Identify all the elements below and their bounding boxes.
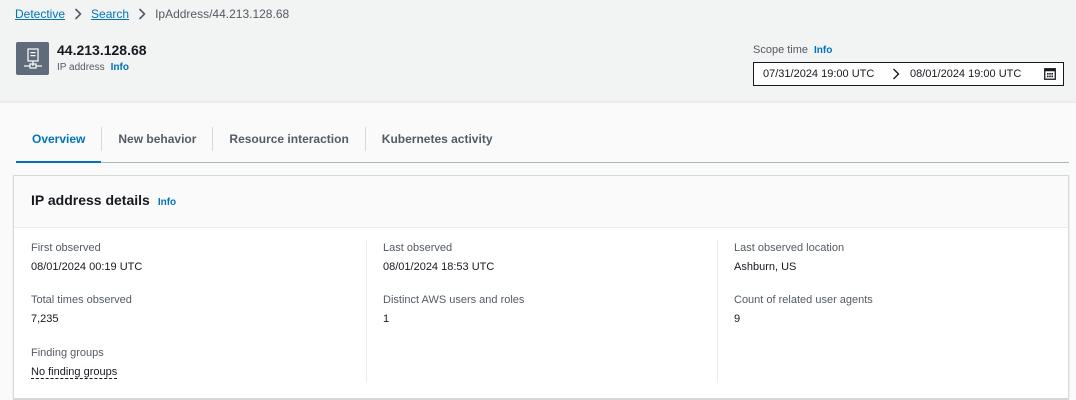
field-related-user-agents: Count of related user agents 9 [734, 294, 873, 325]
field-label: Count of related user agents [734, 294, 873, 306]
entity-info-link[interactable]: Info [111, 62, 129, 73]
field-value: Ashburn, US [734, 261, 797, 273]
page-title: 44.213.128.68 [57, 42, 147, 58]
entity-subtitle: IP address Info [57, 62, 129, 73]
calendar-icon[interactable] [1044, 68, 1056, 83]
panel-header: IP address details Info [14, 176, 1068, 228]
panel-title-text: IP address details [31, 192, 150, 208]
scope-time-picker[interactable]: 07/31/2024 19:00 UTC 08/01/2024 19:00 UT… [753, 62, 1064, 86]
field-first-observed: First observed 08/01/2024 00:19 UTC [31, 242, 142, 273]
panel-title: IP address details Info [31, 192, 176, 208]
chevron-right-icon [138, 8, 146, 20]
tab-bar: Overview New behavior Resource interacti… [16, 116, 1069, 163]
scope-time-end: 08/01/2024 19:00 UTC [910, 68, 1022, 80]
field-value: 9 [734, 313, 741, 325]
chevron-right-icon [74, 8, 82, 20]
field-label: First observed [31, 242, 101, 254]
scope-time-info-link[interactable]: Info [814, 45, 832, 56]
no-finding-groups-link[interactable]: No finding groups [31, 366, 118, 379]
field-last-observed-location: Last observed location Ashburn, US [734, 242, 844, 273]
scope-time-label-text: Scope time [753, 44, 809, 56]
field-label: Last observed [383, 242, 453, 254]
field-label: Finding groups [31, 347, 104, 359]
breadcrumb: Detective Search IpAddress/44.213.128.68 [15, 6, 289, 22]
field-last-observed: Last observed 08/01/2024 18:53 UTC [383, 242, 494, 273]
field-value: 1 [383, 313, 390, 325]
tab-new-behavior[interactable]: New behavior [102, 116, 212, 162]
ip-address-icon [16, 42, 49, 75]
breadcrumb-search-link[interactable]: Search [91, 7, 129, 21]
field-distinct-aws-users: Distinct AWS users and roles 1 [383, 294, 524, 325]
scope-time-label: Scope time Info [753, 44, 832, 56]
breadcrumb-detective-link[interactable]: Detective [15, 7, 65, 21]
breadcrumb-current: IpAddress/44.213.128.68 [155, 7, 290, 21]
field-label: Distinct AWS users and roles [383, 294, 525, 306]
field-total-times-observed: Total times observed 7,235 [31, 294, 132, 325]
entity-type-label: IP address [57, 62, 105, 73]
scope-time-start: 07/31/2024 19:00 UTC [763, 68, 875, 80]
field-finding-groups: Finding groups No finding groups [31, 347, 118, 380]
tab-kubernetes-activity[interactable]: Kubernetes activity [366, 116, 509, 162]
field-label: Last observed location [734, 242, 845, 254]
tab-resource-interaction[interactable]: Resource interaction [213, 116, 364, 162]
tab-overview[interactable]: Overview [16, 116, 102, 163]
column-divider [717, 240, 718, 383]
panel-info-link[interactable]: Info [158, 197, 176, 208]
chevron-right-icon [892, 68, 900, 83]
field-value: 08/01/2024 18:53 UTC [383, 261, 495, 273]
ip-address-details-panel: IP address details Info First observed 08… [13, 175, 1069, 399]
field-value: 08/01/2024 00:19 UTC [31, 261, 143, 273]
column-divider [366, 240, 367, 383]
field-label: Total times observed [31, 294, 132, 306]
field-value: 7,235 [31, 313, 59, 325]
